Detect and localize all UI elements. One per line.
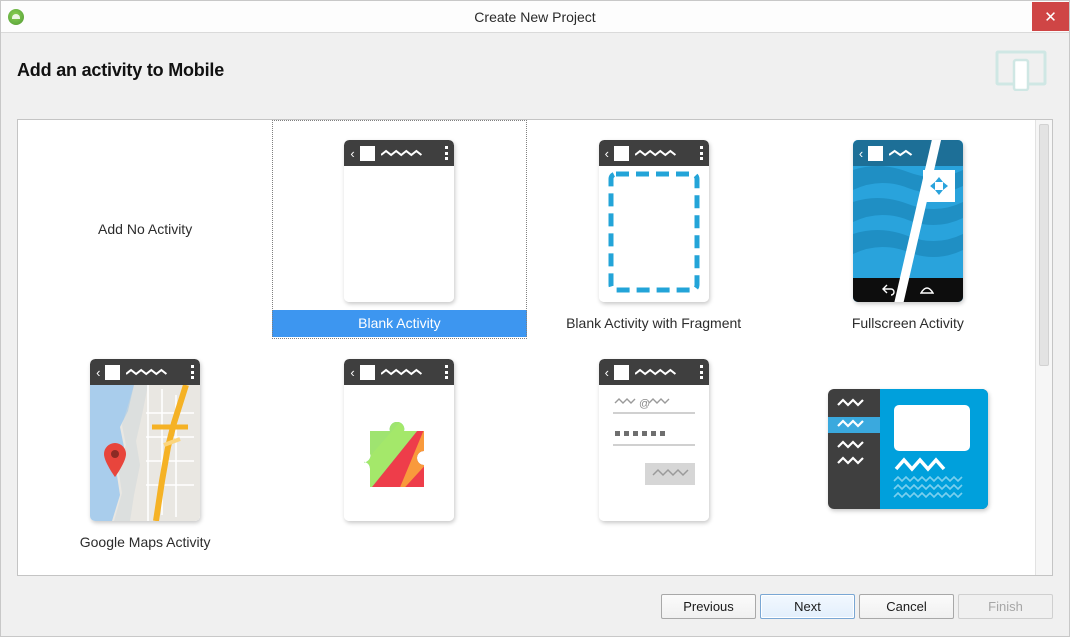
title-bar: Create New Project ✕ [1,1,1069,33]
appbar-title-squiggle [380,149,422,156]
back-arrow-icon: ‹ [350,145,355,161]
nav-back-icon [881,284,895,296]
window-title: Create New Project [474,8,596,25]
appbar-title-squiggle [889,149,913,156]
mobile-device-icon [995,50,1047,91]
template-scroll-region[interactable]: Add No Activity ‹ Blank Activity ‹ Blank… [18,120,1035,575]
overflow-menu-icon [699,365,703,379]
play-services-puzzle-icon [364,421,425,487]
activity-card-play-services[interactable]: ‹ [272,339,526,558]
overflow-menu-icon [445,365,449,379]
overflow-menu-icon [191,365,195,379]
appbar-title-squiggle [634,368,677,375]
activity-card-master-detail-flow[interactable] [781,339,1035,558]
map-graphic [90,384,201,521]
activity-label: Google Maps Activity [79,534,211,550]
finish-button: Finish [958,593,1053,619]
activity-label: Add No Activity [98,221,193,237]
dialog-footer: Previous Next Cancel Finish [1,576,1069,636]
google-maps-activity-thumbnail: ‹ [90,359,201,521]
appbar-square-icon [613,364,629,380]
appbar-square-icon [868,145,884,161]
blank-activity-with-fragment-thumbnail: ‹ [598,140,709,302]
next-button[interactable]: Next [760,593,855,619]
nav-home-icon [919,287,934,294]
activity-card-settings-activity[interactable]: ‹ [272,558,526,575]
play-services-thumbnail: ‹ [344,359,455,521]
scrollbar-thumb[interactable] [1039,124,1049,366]
android-robot-icon [8,8,24,25]
overflow-menu-icon [445,146,449,160]
login-form-graphic: @ [612,398,695,485]
login-activity-thumbnail: ‹ @ [598,359,709,521]
activity-label: Blank Activity with Fragment [566,315,742,331]
activity-card-login-activity[interactable]: ‹ @ [527,339,781,558]
create-new-project-dialog: Create New Project ✕ Add an activity to … [0,0,1070,637]
activity-card-blank-activity[interactable]: ‹ Blank Activity [272,120,527,339]
activity-label: Blank Activity [272,310,527,337]
appbar-square-icon [105,364,121,380]
appbar-title-squiggle [126,368,168,375]
appbar-square-icon [359,364,375,380]
wizard-header: Add an activity to Mobile [1,33,1069,107]
activity-card-navigation-drawer-activity[interactable] [18,558,272,575]
appbar-title-squiggle [380,368,422,375]
svg-text:@: @ [639,398,650,410]
back-arrow-icon: ‹ [604,145,609,161]
activity-template-grid: Add No Activity ‹ Blank Activity ‹ Blank… [18,120,1035,575]
activity-template-panel: Add No Activity ‹ Blank Activity ‹ Blank… [17,119,1053,576]
activity-label: Fullscreen Activity [851,315,964,331]
master-detail-flow-thumbnail [827,389,988,509]
page-title: Add an activity to Mobile [17,59,225,80]
appbar-square-icon [359,145,375,161]
fullscreen-activity-thumbnail: ‹ [852,140,963,302]
blank-activity-thumbnail: ‹ [344,140,455,302]
master-detail-graphic [827,389,988,509]
cancel-button[interactable]: Cancel [859,593,954,619]
content-area: Add No Activity ‹ Blank Activity ‹ Blank… [1,107,1069,576]
back-arrow-icon: ‹ [858,145,864,161]
activity-card-blank-activity-with-fragment[interactable]: ‹ Blank Activity with Fragment [527,120,781,339]
activity-label [527,529,781,540]
close-icon[interactable]: ✕ [1032,2,1069,31]
overflow-menu-icon [699,146,703,160]
activity-label [781,517,1035,528]
activity-label [272,529,526,540]
previous-button[interactable]: Previous [661,593,756,619]
vertical-scrollbar[interactable] [1035,120,1052,575]
fragment-dashed-outline [608,171,700,293]
appbar-title-squiggle [634,149,677,156]
back-arrow-icon: ‹ [604,364,609,380]
activity-card-add-no-activity[interactable]: Add No Activity [18,120,272,339]
activity-card-fullscreen-activity[interactable]: ‹ Fullscreen Activity [781,120,1035,339]
back-arrow-icon: ‹ [350,364,355,380]
back-arrow-icon: ‹ [96,364,101,380]
appbar-square-icon [613,145,629,161]
activity-card-google-maps-activity[interactable]: ‹ Google Maps Activity [18,339,272,558]
